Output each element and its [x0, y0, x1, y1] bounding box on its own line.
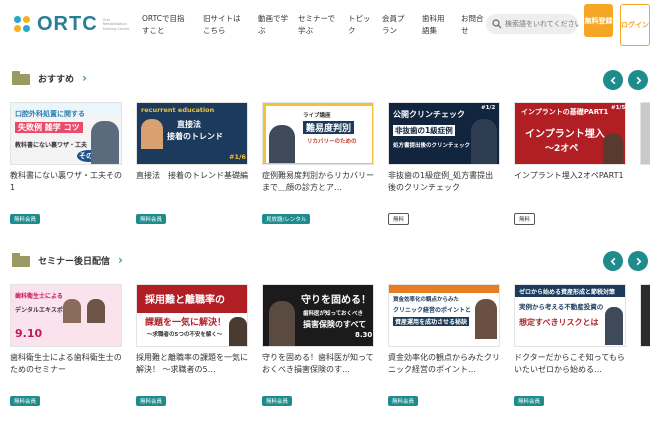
- card-title[interactable]: インプラント埋入2オペPART1: [514, 170, 626, 206]
- video-thumbnail[interactable]: 口腔外科処置に関する 失敗例 雑学 コツ 教科書にない裏ワザ・工夫 その1: [10, 102, 122, 165]
- nav-item-plans[interactable]: 会員プラン: [382, 13, 410, 37]
- video-thumbnail[interactable]: 公開クリンチェック 非抜歯の1級症例 処方書提出後のクリンチェック #1/2: [388, 102, 500, 165]
- carousel-prev-button[interactable]: [603, 251, 623, 271]
- folder-icon: [12, 253, 30, 267]
- presenter-photo: [605, 307, 623, 345]
- card-title[interactable]: ドクターだからこそ知ってもらいたいゼロから始める…: [514, 352, 626, 388]
- video-card[interactable]: ライブ講座 難易度判別 リカバリーのための 症例難易度判別からリカバリーまで＿顔…: [262, 102, 374, 225]
- section-title: セミナー後日配信: [38, 256, 111, 267]
- chevron-right-icon[interactable]: ›: [82, 71, 87, 85]
- presenter-photo: [91, 121, 119, 164]
- status-badge: 無料会員: [10, 214, 41, 224]
- nav-item-contact[interactable]: お問合せ: [461, 13, 485, 37]
- video-thumbnail[interactable]: [640, 284, 650, 347]
- status-badge: 無料: [514, 213, 536, 225]
- video-thumbnail[interactable]: [640, 102, 650, 165]
- nav-item-vision[interactable]: ORTCで目指すこと: [142, 13, 188, 37]
- seminar-card[interactable]: ゼロから始める資産形成と節税対策 実例から考える不動産投資の 想定すべきリスクと…: [514, 284, 626, 407]
- video-thumbnail[interactable]: インプラントの基礎PART1 インプラント埋入 〜2オペ #1/5: [514, 102, 626, 165]
- nav-item-glossary[interactable]: 歯科用語集: [422, 13, 448, 37]
- chevron-left-icon: [610, 76, 615, 84]
- video-thumbnail[interactable]: ライブ講座 難易度判別 リカバリーのための: [262, 102, 374, 165]
- status-badge: 無料会員: [10, 396, 41, 406]
- video-thumbnail[interactable]: ゼロから始める資産形成と節税対策 実例から考える不動産投資の 想定すべきリスクと…: [514, 284, 626, 347]
- presenter-photo: [471, 119, 497, 164]
- free-register-button[interactable]: 無料登録: [584, 4, 613, 37]
- search-box[interactable]: [486, 14, 579, 34]
- card-title[interactable]: 非抜歯の1級症例_処方書提出後のクリンチェック: [388, 170, 500, 206]
- search-input[interactable]: [505, 20, 579, 28]
- presenter-photo: [229, 317, 247, 346]
- video-thumbnail[interactable]: 歯科衛生士による デンタルエキスポ 9.10: [10, 284, 122, 347]
- login-button[interactable]: ログイン: [620, 4, 650, 46]
- section-title: おすすめ: [38, 74, 75, 85]
- status-badge: 無料会員: [262, 396, 293, 406]
- presenter-photo: [603, 133, 623, 164]
- chevron-right-icon: [636, 257, 641, 265]
- video-thumbnail[interactable]: 採用難と離職率の 課題を一気に解決！ 〜求職者の5つの不安を解く〜: [136, 284, 248, 347]
- status-badge: 無料会員: [136, 396, 167, 406]
- section-header-seminar-archive: セミナー後日配信 ›: [12, 253, 123, 267]
- presenter-photo: [475, 299, 497, 339]
- carousel-next-button[interactable]: [628, 70, 648, 90]
- video-card[interactable]: 口腔外科処置に関する 失敗例 雑学 コツ 教科書にない裏ワザ・工夫 その1 教科…: [10, 102, 122, 225]
- site-logo[interactable]: ORTC Oral Rehabilitation Training Center: [14, 13, 135, 36]
- chevron-left-icon: [610, 257, 615, 265]
- section-header-recommended: おすすめ ›: [12, 71, 87, 85]
- presenter-photo: [87, 299, 105, 323]
- nav-item-videos[interactable]: 動画で学ぶ: [258, 13, 288, 37]
- seminar-card[interactable]: 歯科衛生士による デンタルエキスポ 9.10 歯科衛生士による歯科衛生士のための…: [10, 284, 122, 407]
- nav-item-old-site[interactable]: 旧サイトはこちら: [203, 13, 245, 37]
- card-title[interactable]: 歯科衛生士による歯科衛生士のためのセミナー: [10, 352, 122, 388]
- status-badge: 無料: [388, 213, 410, 225]
- video-card-partial[interactable]: [640, 102, 650, 165]
- logo-mark-icon: [14, 15, 32, 34]
- nav-item-topics[interactable]: トピック: [348, 13, 372, 37]
- card-title[interactable]: 資金効率化の観点からみたクリニック経営のポイント…: [388, 352, 500, 388]
- site-header: ORTC Oral Rehabilitation Training Center…: [0, 0, 650, 48]
- search-icon: [492, 19, 502, 29]
- status-badge: 無料会員: [388, 396, 419, 406]
- status-badge: 無料会員: [136, 214, 167, 224]
- carousel-prev-button[interactable]: [603, 70, 623, 90]
- card-title[interactable]: 採用難と離職率の課題を一気に解決！ 〜求職者の5…: [136, 352, 248, 388]
- logo-text: ORTC: [37, 13, 98, 35]
- status-badge: 無料会員: [514, 396, 545, 406]
- seminar-card[interactable]: 資金効率化の観点からみた クリニック経営のポイントと 資産運用を成功させる秘訣 …: [388, 284, 500, 407]
- card-title[interactable]: 守りを固める！歯科医が知っておくべき損害保険のす…: [262, 352, 374, 388]
- card-title[interactable]: 直接法 接着のトレンド基礎編: [136, 170, 248, 206]
- folder-icon: [12, 71, 30, 85]
- video-card[interactable]: インプラントの基礎PART1 インプラント埋入 〜2オペ #1/5 インプラント…: [514, 102, 626, 225]
- presenter-photo: [141, 119, 163, 149]
- status-badge: 見放題/レンタル: [262, 214, 311, 224]
- card-title[interactable]: 症例難易度判別からリカバリーまで＿顔の診方とア…: [262, 170, 374, 206]
- nav-item-seminars[interactable]: セミナーで学ぶ: [298, 13, 336, 37]
- video-thumbnail[interactable]: 資金効率化の観点からみた クリニック経営のポイントと 資産運用を成功させる秘訣: [388, 284, 500, 347]
- presenter-photo: [63, 299, 81, 323]
- presenter-photo: [269, 125, 295, 163]
- seminar-card-partial[interactable]: [640, 284, 650, 347]
- video-thumbnail[interactable]: 守りを固める！ 歯科医が知っておくべき 損害保険のすべて 8.30: [262, 284, 374, 347]
- chevron-right-icon[interactable]: ›: [118, 253, 123, 267]
- logo-subtitle: Oral Rehabilitation Training Center: [102, 17, 130, 31]
- seminar-card[interactable]: 採用難と離職率の 課題を一気に解決！ 〜求職者の5つの不安を解く〜 採用難と離職…: [136, 284, 248, 407]
- presenter-photo: [269, 301, 295, 346]
- video-card[interactable]: 公開クリンチェック 非抜歯の1級症例 処方書提出後のクリンチェック #1/2 非…: [388, 102, 500, 225]
- video-card[interactable]: recurrent education 直接法 接着のトレンド #1/6 直接法…: [136, 102, 248, 225]
- seminar-card[interactable]: 守りを固める！ 歯科医が知っておくべき 損害保険のすべて 8.30 守りを固める…: [262, 284, 374, 407]
- video-thumbnail[interactable]: recurrent education 直接法 接着のトレンド #1/6: [136, 102, 248, 165]
- chevron-right-icon: [636, 76, 641, 84]
- card-title[interactable]: 教科書にない裏ワザ・工夫その1: [10, 170, 122, 206]
- carousel-next-button[interactable]: [628, 251, 648, 271]
